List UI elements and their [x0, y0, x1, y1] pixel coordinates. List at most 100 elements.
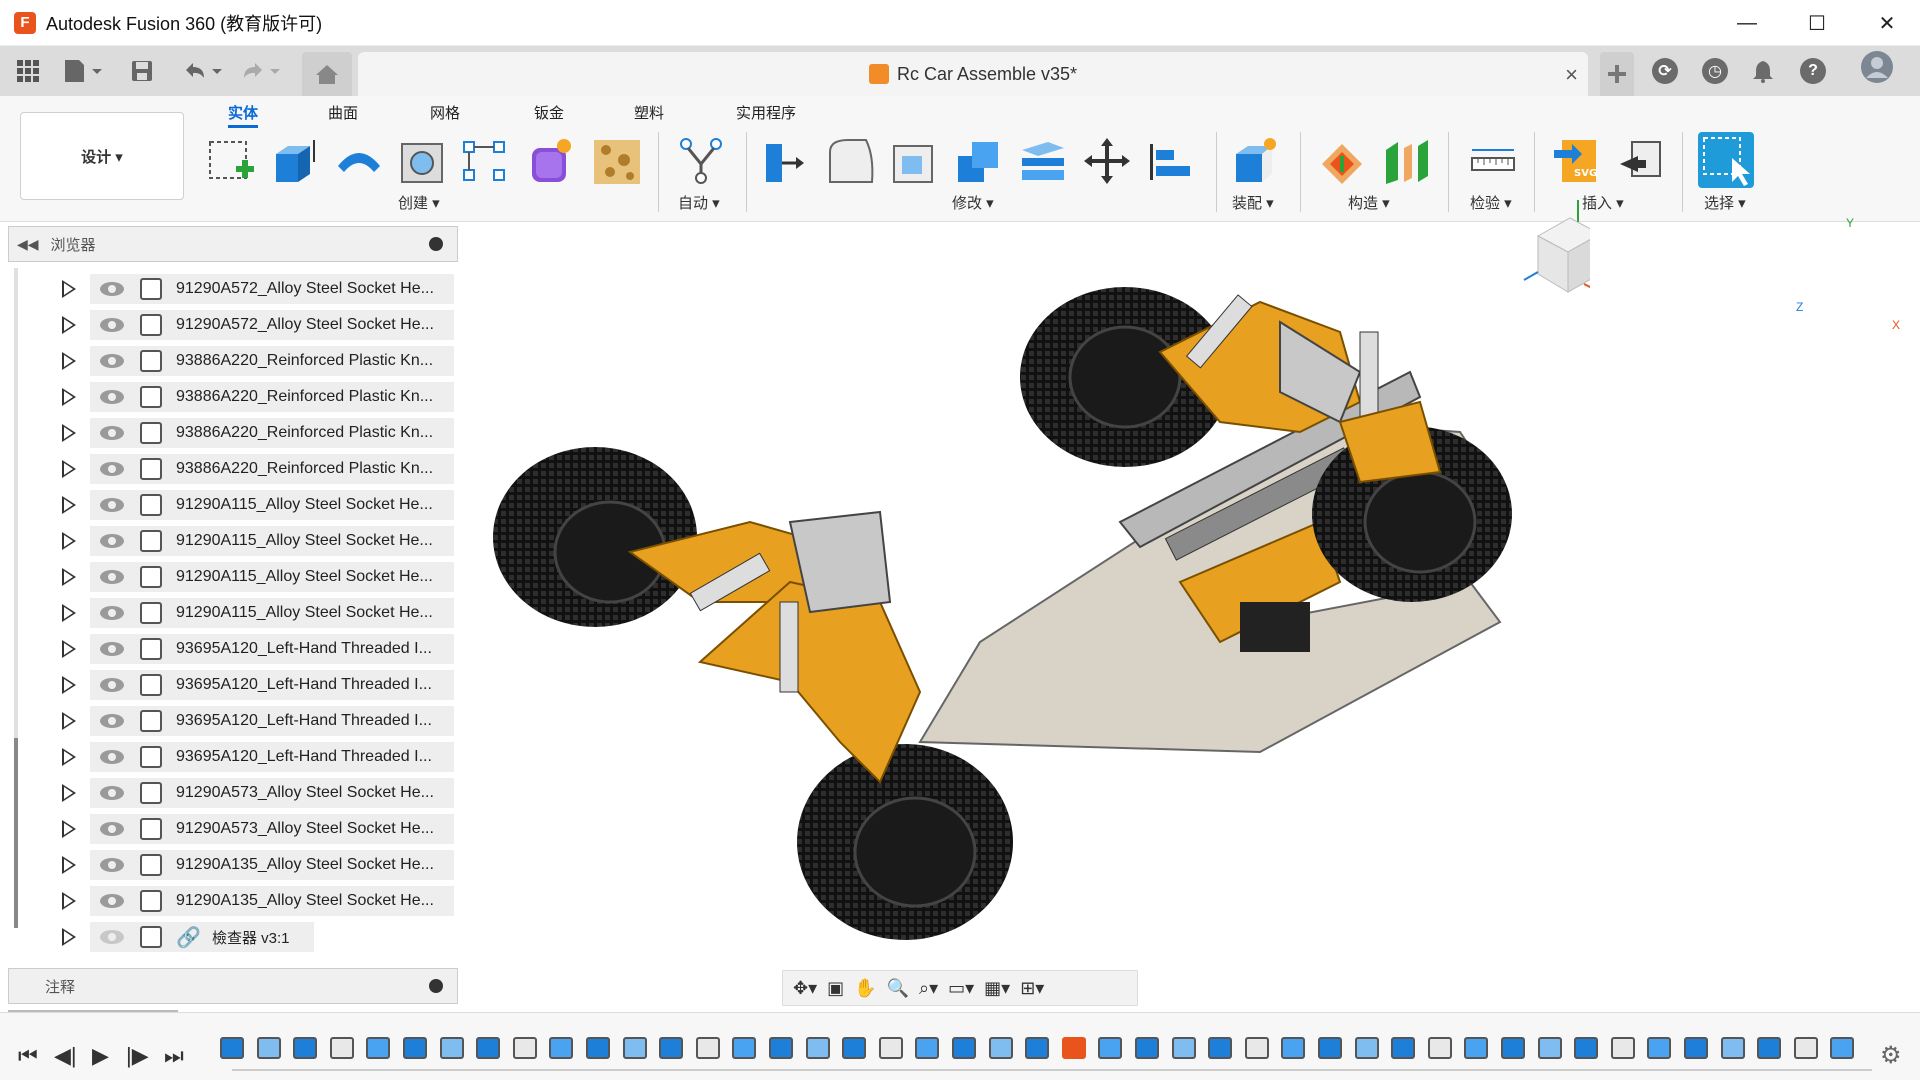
- expand-triangle-icon[interactable]: [62, 748, 76, 766]
- measure-icon[interactable]: [1468, 136, 1518, 186]
- browser-tree-item[interactable]: 91290A135_Alloy Steel Socket He...: [8, 848, 458, 882]
- rectangular-pattern-icon[interactable]: [460, 136, 510, 186]
- visibility-eye-icon[interactable]: [100, 390, 124, 404]
- create-form-icon[interactable]: [526, 136, 576, 186]
- timeline-feature[interactable]: [513, 1037, 537, 1059]
- close-window-button[interactable]: ✕: [1852, 0, 1920, 46]
- timeline-feature[interactable]: [1501, 1037, 1525, 1059]
- timeline-feature[interactable]: [476, 1037, 500, 1059]
- visibility-eye-icon[interactable]: [100, 282, 124, 296]
- new-component-icon[interactable]: [1232, 136, 1282, 186]
- visibility-eye-icon[interactable]: [100, 714, 124, 728]
- fit-zoom-icon[interactable]: ⌕▾: [919, 978, 938, 999]
- insert-derive-icon[interactable]: [1616, 136, 1666, 186]
- expand-triangle-icon[interactable]: [62, 928, 76, 946]
- go-to-start-icon[interactable]: ⏮: [18, 1043, 38, 1069]
- tab-surface[interactable]: 曲面: [328, 102, 358, 123]
- expand-triangle-icon[interactable]: [62, 784, 76, 802]
- split-body-icon[interactable]: [1018, 136, 1068, 186]
- create-group-label[interactable]: 创建 ▾: [398, 192, 440, 213]
- assemble-group-label[interactable]: 装配 ▾: [1232, 192, 1274, 213]
- timeline-feature[interactable]: [1172, 1037, 1196, 1059]
- visibility-eye-icon[interactable]: [100, 426, 124, 440]
- visibility-eye-icon[interactable]: [100, 750, 124, 764]
- file-menu-icon[interactable]: [62, 58, 104, 84]
- tab-plastic[interactable]: 塑料: [634, 102, 664, 123]
- expand-triangle-icon[interactable]: [62, 640, 76, 658]
- browser-tree-item[interactable]: 93695A120_Left-Hand Threaded I...: [8, 704, 458, 738]
- timeline-feature[interactable]: [769, 1037, 793, 1059]
- tree-item-label[interactable]: 91290A115_Alloy Steel Socket He...: [176, 604, 433, 622]
- tree-item-label[interactable]: 93886A220_Reinforced Plastic Kn...: [176, 424, 433, 442]
- browser-tree-item[interactable]: 91290A573_Alloy Steel Socket He...: [8, 776, 458, 810]
- tree-item-label[interactable]: 91290A572_Alloy Steel Socket He...: [176, 316, 434, 334]
- visibility-eye-icon[interactable]: [100, 534, 124, 548]
- shell-icon[interactable]: [890, 136, 940, 186]
- timeline-feature[interactable]: [1538, 1037, 1562, 1059]
- timeline-feature[interactable]: [220, 1037, 244, 1059]
- timeline-feature[interactable]: [1135, 1037, 1159, 1059]
- tree-item-label[interactable]: 93695A120_Left-Hand Threaded I...: [176, 712, 432, 730]
- grid-settings-icon[interactable]: ▦▾: [984, 978, 1010, 999]
- revolve-icon[interactable]: [334, 136, 384, 186]
- workspace-design-dropdown[interactable]: 设计 ▾: [20, 112, 184, 200]
- timeline-feature[interactable]: [879, 1037, 903, 1059]
- tree-item-label[interactable]: 91290A135_Alloy Steel Socket He...: [176, 856, 434, 874]
- tree-item-label[interactable]: 91290A573_Alloy Steel Socket He...: [176, 820, 434, 838]
- visibility-eye-icon[interactable]: [100, 606, 124, 620]
- timeline-settings-gear-icon[interactable]: ⚙: [1880, 1041, 1902, 1070]
- create-sketch-icon[interactable]: [206, 136, 256, 186]
- timeline-feature[interactable]: [623, 1037, 647, 1059]
- hole-icon[interactable]: [398, 136, 448, 186]
- tab-mesh[interactable]: 网格: [430, 102, 460, 123]
- expand-triangle-icon[interactable]: [62, 712, 76, 730]
- timeline-feature[interactable]: [1318, 1037, 1342, 1059]
- combine-icon[interactable]: [954, 136, 1004, 186]
- expand-triangle-icon[interactable]: [62, 496, 76, 514]
- timeline-feature[interactable]: [549, 1037, 573, 1059]
- maximize-button[interactable]: ☐: [1782, 0, 1852, 46]
- expand-triangle-icon[interactable]: [62, 676, 76, 694]
- timeline-feature[interactable]: [989, 1037, 1013, 1059]
- browser-tree-item[interactable]: 93886A220_Reinforced Plastic Kn...: [8, 344, 458, 378]
- timeline-feature[interactable]: [366, 1037, 390, 1059]
- browser-tree-item[interactable]: 93886A220_Reinforced Plastic Kn...: [8, 416, 458, 450]
- timeline-feature[interactable]: [1647, 1037, 1671, 1059]
- hidden-eye-icon[interactable]: [100, 930, 124, 944]
- undo-icon[interactable]: [180, 58, 226, 84]
- timeline-feature[interactable]: [1025, 1037, 1049, 1059]
- visibility-eye-icon[interactable]: [100, 570, 124, 584]
- timeline-feature[interactable]: [1428, 1037, 1452, 1059]
- timeline-feature[interactable]: [1281, 1037, 1305, 1059]
- view-cube[interactable]: [1480, 186, 1605, 316]
- timeline-feature[interactable]: [1245, 1037, 1269, 1059]
- tab-sheet-metal[interactable]: 钣金: [534, 102, 564, 123]
- timeline-feature[interactable]: [1794, 1037, 1818, 1059]
- browser-header[interactable]: ◀◀ 浏览器: [8, 226, 458, 262]
- timeline-feature[interactable]: [1355, 1037, 1379, 1059]
- browser-minimize-icon[interactable]: [429, 237, 443, 251]
- expand-triangle-icon[interactable]: [62, 352, 76, 370]
- expand-triangle-icon[interactable]: [62, 388, 76, 406]
- go-to-end-icon[interactable]: ⏭: [164, 1043, 184, 1069]
- expand-triangle-icon[interactable]: [62, 856, 76, 874]
- look-at-icon[interactable]: ▣: [827, 978, 844, 999]
- automate-icon[interactable]: [676, 136, 726, 186]
- expand-triangle-icon[interactable]: [62, 280, 76, 298]
- zoom-icon[interactable]: 🔍: [887, 978, 909, 999]
- derive-icon[interactable]: [592, 136, 642, 186]
- tree-item-label[interactable]: 93886A220_Reinforced Plastic Kn...: [176, 388, 433, 406]
- home-icon[interactable]: [302, 52, 352, 96]
- display-settings-icon[interactable]: ▭▾: [948, 978, 974, 999]
- app-grid-icon[interactable]: [16, 58, 40, 84]
- visibility-eye-icon[interactable]: [100, 498, 124, 512]
- browser-tree-item[interactable]: 91290A115_Alloy Steel Socket He...: [8, 596, 458, 630]
- browser-tree-item[interactable]: 93695A120_Left-Hand Threaded I...: [8, 668, 458, 702]
- timeline-feature[interactable]: [1721, 1037, 1745, 1059]
- visibility-eye-icon[interactable]: [100, 318, 124, 332]
- browser-tree-item[interactable]: 93695A120_Left-Hand Threaded I...: [8, 632, 458, 666]
- canvas-viewport[interactable]: [460, 200, 1920, 1012]
- timeline-feature[interactable]: [915, 1037, 939, 1059]
- timeline-feature[interactable]: [806, 1037, 830, 1059]
- timeline-feature[interactable]: [1098, 1037, 1122, 1059]
